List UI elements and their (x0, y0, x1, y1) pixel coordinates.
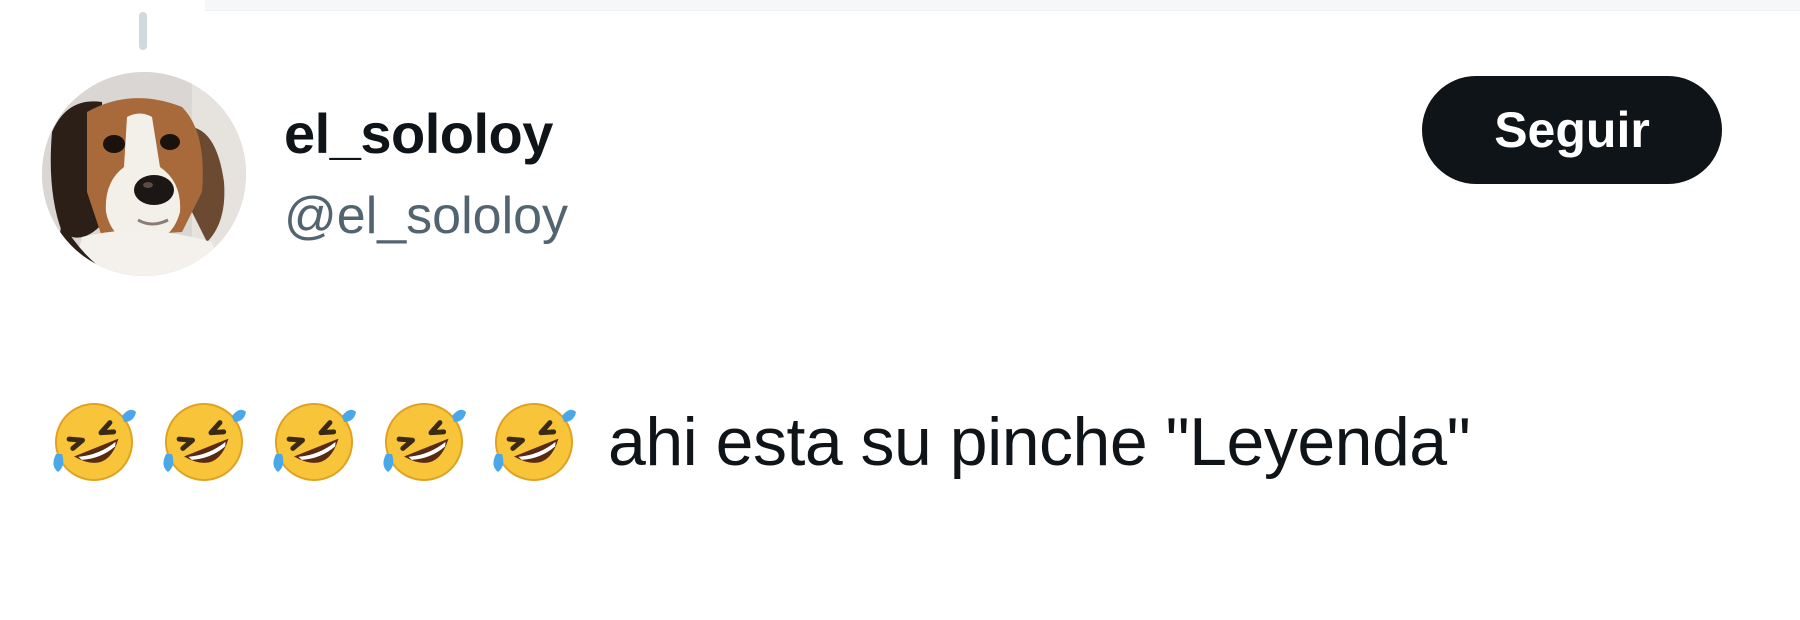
author-display-name[interactable]: el_sololoy (284, 102, 553, 166)
author-handle[interactable]: @el_sololoy (284, 186, 568, 246)
rolling-on-floor-laughing-icon (163, 403, 246, 481)
rolling-on-floor-laughing-icon (493, 403, 576, 481)
rolling-on-floor-laughing-icon (273, 403, 356, 481)
rolling-on-floor-laughing-icon (383, 403, 466, 481)
tweet-text-container: ahi esta su pinche "Leyenda" (48, 392, 1471, 492)
follow-button[interactable]: Seguir (1422, 76, 1722, 184)
beagle-dog-avatar-icon (42, 72, 246, 276)
previous-post-divider (205, 0, 1800, 11)
tweet-text: ahi esta su pinche "Leyenda" (608, 404, 1471, 480)
emoji-row (48, 396, 580, 488)
rolling-on-floor-laughing-icon (53, 403, 136, 481)
avatar[interactable] (42, 72, 246, 276)
thread-connector-line (139, 12, 147, 50)
